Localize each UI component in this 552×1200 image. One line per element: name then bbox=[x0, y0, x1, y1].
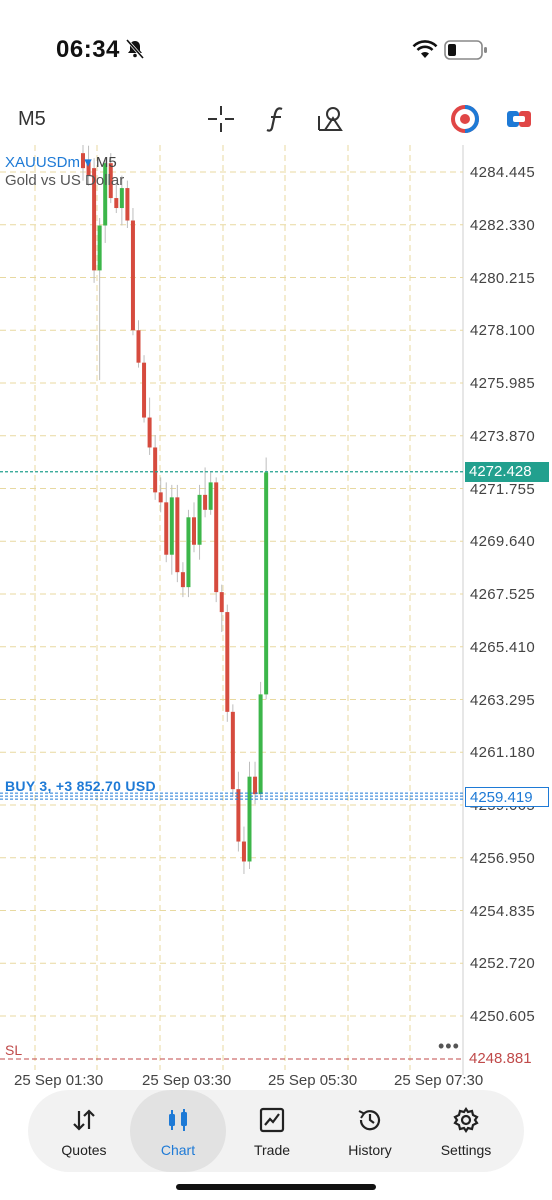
y-tick-label: 4269.640 bbox=[470, 533, 535, 551]
y-tick-label: 4275.985 bbox=[470, 375, 535, 392]
timeframe-button[interactable]: M5 bbox=[18, 108, 46, 131]
position-price-tag[interactable]: 4259.419 bbox=[465, 787, 549, 807]
candle-bullish bbox=[97, 225, 102, 271]
wifi-icon bbox=[412, 40, 438, 58]
nav-settings-label: Settings bbox=[440, 1142, 492, 1158]
history-icon bbox=[358, 1110, 381, 1131]
candle-bullish bbox=[208, 482, 213, 510]
nav-trade-label: Trade bbox=[253, 1142, 291, 1158]
symbol-header[interactable]: XAUUSDm ▾ M5 bbox=[5, 153, 117, 171]
stop-loss-label[interactable]: SL bbox=[5, 1042, 22, 1058]
nav-quotes[interactable]: Quotes bbox=[36, 1090, 132, 1172]
nav-settings[interactable]: Settings bbox=[418, 1090, 514, 1172]
candle-bearish bbox=[241, 841, 246, 862]
candle-bullish bbox=[186, 517, 191, 588]
current-price-tag: 4272.428 bbox=[465, 462, 549, 482]
bottom-navigation: Quotes Chart Trade History Settings bbox=[28, 1090, 524, 1172]
y-tick-label: 4273.870 bbox=[470, 427, 535, 445]
candle-bullish bbox=[169, 497, 174, 555]
x-tick-label: 25 Sep 07:30 bbox=[394, 1072, 484, 1089]
stop-loss-price-tag: 4248.881 bbox=[465, 1049, 549, 1069]
crosshair-icon[interactable] bbox=[206, 104, 236, 134]
candle-bearish bbox=[230, 711, 235, 790]
candle-bullish bbox=[258, 694, 263, 795]
candle-bearish bbox=[253, 776, 258, 795]
y-tick-label: 4256.950 bbox=[470, 849, 535, 867]
symbol-name: XAUUSDm bbox=[5, 154, 81, 171]
candle-bearish bbox=[158, 492, 163, 503]
trade-icon bbox=[259, 1107, 285, 1133]
candle-bearish bbox=[153, 447, 158, 493]
candle-bearish bbox=[114, 198, 119, 209]
candle-bearish bbox=[214, 482, 219, 593]
objects-icon[interactable] bbox=[316, 104, 346, 134]
candle-bullish bbox=[119, 188, 124, 209]
x-tick-label: 25 Sep 03:30 bbox=[142, 1072, 232, 1089]
candle-bearish bbox=[130, 220, 135, 331]
status-bar: 06:34 bbox=[0, 0, 552, 100]
more-icon[interactable]: ••• bbox=[438, 1036, 460, 1057]
battery-icon bbox=[444, 40, 487, 60]
y-tick-label: 4254.835 bbox=[470, 902, 535, 920]
y-tick-label: 4263.295 bbox=[470, 691, 535, 709]
nav-trade[interactable]: Trade bbox=[224, 1090, 320, 1172]
y-tick-label: 4271.755 bbox=[470, 480, 535, 498]
y-tick-label: 4261.180 bbox=[470, 744, 535, 762]
nav-chart[interactable]: Chart bbox=[130, 1090, 226, 1172]
candle-bearish bbox=[225, 612, 230, 712]
indicators-icon[interactable] bbox=[262, 104, 292, 134]
candle-bearish bbox=[136, 330, 141, 363]
y-tick-label: 4284.445 bbox=[470, 164, 535, 181]
chart-icon bbox=[169, 1109, 187, 1131]
candle-bearish bbox=[180, 572, 185, 588]
y-tick-label: 4265.410 bbox=[470, 638, 535, 656]
symbol-description: Gold vs US Dollar bbox=[5, 172, 125, 189]
candle-bearish bbox=[219, 592, 224, 613]
position-label[interactable]: BUY 3, +3 852.70 USD bbox=[5, 778, 156, 794]
candle-bearish bbox=[142, 362, 147, 418]
x-tick-label: 25 Sep 05:30 bbox=[268, 1072, 358, 1089]
candle-bearish bbox=[147, 417, 152, 448]
home-indicator bbox=[176, 1184, 376, 1190]
chart-toolbar: M5 bbox=[0, 100, 552, 140]
candle-bearish bbox=[125, 188, 130, 221]
quotes-icon bbox=[73, 1109, 95, 1131]
x-tick-label: 25 Sep 01:30 bbox=[14, 1072, 104, 1089]
y-tick-label: 4278.100 bbox=[470, 322, 535, 340]
y-tick-label: 4267.525 bbox=[470, 586, 535, 603]
candle-bearish bbox=[192, 517, 196, 545]
nav-chart-label: Chart bbox=[160, 1142, 196, 1158]
one-click-trading-icon[interactable] bbox=[450, 104, 480, 134]
settings-icon bbox=[453, 1107, 479, 1133]
candle-bearish bbox=[164, 502, 169, 555]
nav-quotes-label: Quotes bbox=[61, 1142, 107, 1158]
nav-history-label: History bbox=[348, 1142, 392, 1158]
symbol-timeframe: M5 bbox=[95, 154, 117, 171]
trade-panel-icon[interactable] bbox=[504, 104, 534, 134]
status-time: 06:34 bbox=[56, 36, 120, 63]
candle-bullish bbox=[247, 776, 252, 862]
symbol-arrow: ▾ bbox=[84, 154, 92, 171]
nav-history[interactable]: History bbox=[322, 1090, 418, 1172]
candle-bullish bbox=[197, 494, 202, 545]
candle-bearish bbox=[203, 494, 208, 510]
bell-muted-icon bbox=[125, 39, 145, 59]
candle-bearish bbox=[236, 789, 241, 842]
y-tick-label: 4280.215 bbox=[470, 269, 535, 287]
y-tick-label: 4250.605 bbox=[470, 1008, 535, 1025]
y-tick-label: 4252.720 bbox=[470, 955, 535, 973]
y-tick-label: 4282.330 bbox=[470, 216, 535, 234]
candle-bullish bbox=[264, 472, 269, 695]
candle-bearish bbox=[175, 497, 180, 573]
